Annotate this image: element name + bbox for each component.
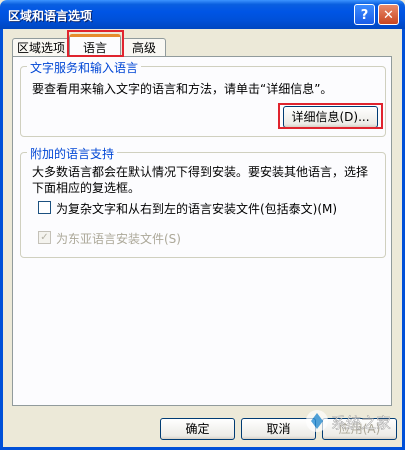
east-asian-label: 为东亚语言安装文件(S) [56, 232, 181, 246]
checkmark-icon: ✓ [40, 232, 49, 243]
help-button[interactable]: ? [354, 4, 375, 25]
complex-script-checkbox[interactable] [38, 201, 51, 214]
tab-advanced[interactable]: 高级 [122, 38, 166, 56]
window-title: 区域和语言选项 [8, 9, 93, 23]
tab-highlight-box [67, 30, 124, 57]
details-highlight-box [278, 103, 383, 129]
ok-button[interactable]: 确定 [160, 418, 235, 440]
watermark-text: 系统之家 [331, 414, 391, 432]
supplemental-title: 附加的语言支持 [27, 145, 118, 162]
east-asian-checkbox[interactable]: ✓ [38, 231, 51, 244]
watermark-logo: 系统之家 [306, 410, 391, 432]
tab-regional-options[interactable]: 区域选项 [12, 38, 70, 56]
complex-script-label[interactable]: 为复杂文字和从右到左的语言安装文件(包括泰文)(M) [56, 200, 337, 217]
close-icon: ✕ [383, 8, 394, 23]
text-services-title: 文字服务和输入语言 [27, 59, 142, 76]
supplemental-description-line1: 大多数语言都会在默认情况下得到安装。要安装其他语言，选择 [32, 165, 369, 179]
close-button[interactable]: ✕ [378, 4, 399, 25]
supplemental-description-line2: 下面相应的复选框。 [32, 181, 141, 195]
help-icon: ? [360, 8, 369, 23]
title-bar[interactable]: 区域和语言选项 ? ✕ [0, 0, 405, 29]
text-services-description: 要查看用来输入文字的语言和方法，请单击“详细信息”。 [32, 82, 333, 96]
